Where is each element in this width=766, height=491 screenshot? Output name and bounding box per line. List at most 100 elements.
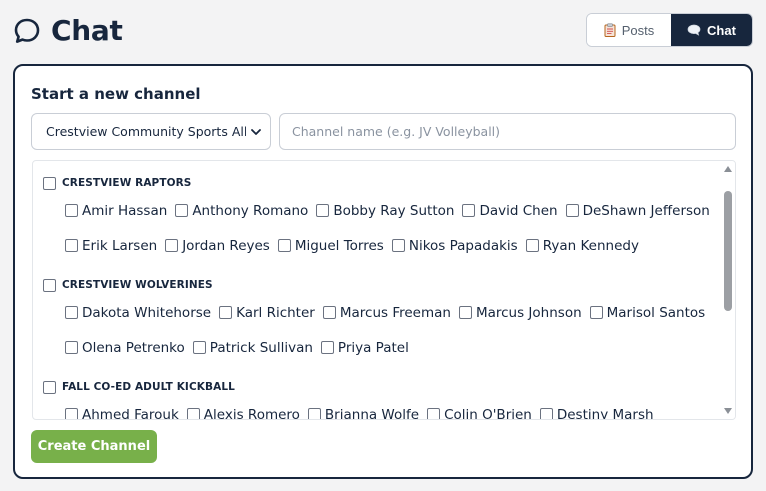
- member-checkbox[interactable]: [65, 239, 78, 252]
- member-name: Alexis Romero: [203, 406, 300, 420]
- member-option[interactable]: Anthony Romano: [175, 203, 308, 219]
- member-checkbox[interactable]: [565, 204, 579, 217]
- member-option[interactable]: Marisol Santos: [589, 304, 706, 321]
- clipboard-icon: [604, 23, 616, 37]
- member-checkbox[interactable]: [462, 204, 476, 217]
- group-checkbox[interactable]: [43, 278, 56, 292]
- member-option[interactable]: Amir Hassan: [65, 203, 167, 219]
- member-option[interactable]: David Chen: [462, 202, 558, 219]
- create-channel-button[interactable]: Create Channel: [31, 430, 157, 463]
- member-row: Olena Petrenko Patrick Sullivan Priya Pate…: [43, 330, 721, 365]
- member-name: Amir Hassan: [82, 202, 168, 219]
- member-name: Priya Patel: [337, 339, 409, 356]
- member-option[interactable]: Karl Richter: [219, 305, 315, 321]
- member-list-scrollbar[interactable]: [721, 161, 735, 419]
- member-name: Ahmed Farouk: [82, 406, 179, 420]
- member-checkbox[interactable]: [65, 341, 78, 354]
- member-checkbox[interactable]: [65, 204, 78, 217]
- member-checkbox[interactable]: [165, 239, 179, 252]
- member-checkbox[interactable]: [539, 408, 553, 419]
- member-option[interactable]: DeShawn Jefferson: [565, 203, 710, 219]
- member-checkbox[interactable]: [65, 306, 78, 319]
- new-channel-title: Start a new channel: [31, 85, 201, 103]
- member-checkbox[interactable]: [277, 239, 291, 252]
- member-option[interactable]: Olena Petrenko: [65, 340, 185, 356]
- group-label: CRESTVIEW WOLVERINES: [62, 279, 213, 291]
- member-option[interactable]: Priya Patel: [320, 339, 409, 356]
- page-title: Chat: [51, 14, 123, 47]
- member-checkbox[interactable]: [458, 306, 472, 319]
- member-option[interactable]: Marcus Freeman: [322, 304, 451, 321]
- group-header: FALL CO-ED ADULT KICKBALL: [43, 377, 721, 397]
- scrollbar-thumb[interactable]: [724, 191, 732, 311]
- member-checkbox[interactable]: [175, 204, 189, 217]
- chat-bubble-icon: [14, 18, 40, 43]
- member-option[interactable]: Nikos Papadakis: [391, 237, 518, 254]
- group-checkbox[interactable]: [43, 380, 56, 394]
- member-name: Karl Richter: [236, 304, 315, 321]
- scroll-down-arrow-icon[interactable]: [724, 408, 732, 414]
- member-name: Marisol Santos: [606, 304, 706, 321]
- member-row: Erik Larsen Jordan Reyes Miguel Torres Niko…: [43, 228, 721, 263]
- member-checkbox[interactable]: [427, 408, 441, 419]
- member-name: Patrick Sullivan: [209, 339, 313, 356]
- member-option[interactable]: Patrick Sullivan: [192, 339, 313, 356]
- member-checkbox[interactable]: [186, 408, 200, 419]
- member-name: Brianna Wolfe: [324, 406, 420, 420]
- member-name: Miguel Torres: [294, 237, 384, 254]
- member-checkbox[interactable]: [322, 306, 336, 319]
- member-option[interactable]: Ahmed Farouk: [65, 406, 179, 420]
- member-checkbox[interactable]: [391, 239, 405, 252]
- member-row: Ahmed Farouk Alexis Romero Brianna Wolfe Co…: [43, 397, 721, 419]
- member-list: CRESTVIEW RAPTORS Amir Hassan Anthony Roma…: [33, 161, 721, 419]
- member-picker: CRESTVIEW RAPTORS Amir Hassan Anthony Roma…: [32, 160, 736, 420]
- member-checkbox[interactable]: [65, 408, 78, 419]
- member-option[interactable]: Bobby Ray Sutton: [316, 203, 454, 219]
- chat-tab-label: Chat: [707, 22, 736, 38]
- member-option[interactable]: Brianna Wolfe: [307, 406, 420, 420]
- new-channel-card: Start a new channel Crestview Community …: [13, 64, 753, 479]
- member-name: Marcus Freeman: [339, 304, 451, 321]
- group-checkbox[interactable]: [43, 176, 56, 190]
- scroll-up-arrow-icon[interactable]: [724, 166, 732, 172]
- channel-name-input[interactable]: [279, 113, 736, 150]
- member-checkbox[interactable]: [219, 306, 233, 319]
- member-name: Nikos Papadakis: [408, 237, 518, 254]
- member-checkbox[interactable]: [316, 204, 330, 217]
- member-name: Olena Petrenko: [82, 339, 185, 356]
- member-row: Dakota Whitehorse Karl Richter Marcus Free…: [43, 295, 721, 330]
- member-checkbox[interactable]: [192, 341, 206, 354]
- member-name: Dakota Whitehorse: [82, 304, 212, 321]
- member-checkbox[interactable]: [525, 239, 539, 252]
- group-header: CRESTVIEW RAPTORS: [43, 173, 721, 193]
- member-option[interactable]: Destiny Marsh: [539, 407, 654, 419]
- member-option[interactable]: Miguel Torres: [277, 237, 384, 254]
- group-label: FALL CO-ED ADULT KICKBALL: [62, 381, 235, 393]
- member-option[interactable]: Ryan Kennedy: [525, 237, 639, 254]
- member-name: Bobby Ray Sutton: [333, 202, 455, 219]
- chat-tab[interactable]: Chat: [671, 14, 752, 46]
- member-option[interactable]: Marcus Johnson: [458, 304, 582, 321]
- member-option[interactable]: Jordan Reyes: [165, 238, 270, 254]
- posts-tab-label: Posts: [621, 22, 655, 38]
- speech-bubble-icon: [687, 24, 701, 36]
- member-name: Jordan Reyes: [182, 237, 270, 254]
- member-name: Marcus Johnson: [475, 304, 582, 321]
- posts-tab[interactable]: Posts: [587, 14, 671, 46]
- member-option[interactable]: Erik Larsen: [65, 238, 157, 254]
- member-name: Ryan Kennedy: [542, 237, 639, 254]
- member-checkbox[interactable]: [320, 341, 334, 354]
- member-option[interactable]: Alexis Romero: [186, 406, 300, 420]
- member-name: Colin O'Brien: [444, 406, 532, 420]
- member-row: Amir Hassan Anthony Romano Bobby Ray Sutto…: [43, 193, 721, 228]
- group-label: CRESTVIEW RAPTORS: [62, 177, 192, 189]
- member-name: Erik Larsen: [82, 237, 158, 254]
- chevron-down-icon: [251, 128, 261, 135]
- member-checkbox[interactable]: [589, 306, 603, 319]
- member-option[interactable]: Colin O'Brien: [427, 406, 532, 420]
- member-name: David Chen: [479, 202, 558, 219]
- group-header: CRESTVIEW WOLVERINES: [43, 275, 721, 295]
- organization-select[interactable]: Crestview Community Sports Alliance: [31, 113, 271, 150]
- member-checkbox[interactable]: [307, 408, 321, 419]
- member-option[interactable]: Dakota Whitehorse: [65, 305, 211, 321]
